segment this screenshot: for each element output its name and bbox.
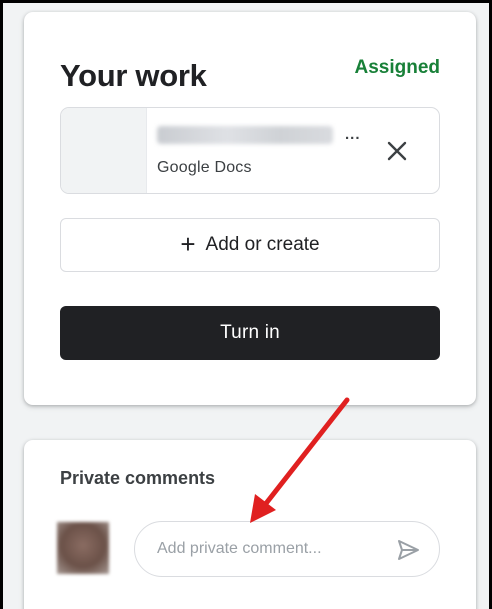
add-or-create-label: Add or create [205,234,320,255]
attachment-thumbnail [61,108,147,193]
private-comments-card: Private comments [24,440,476,609]
status-badge: Assigned [354,57,440,78]
your-work-card: Your work Assigned ... Google Docs + Add… [24,12,476,405]
window-frame: Your work Assigned ... Google Docs + Add… [0,0,492,609]
send-icon[interactable] [395,537,421,563]
attachment-card[interactable]: ... Google Docs [60,107,440,194]
private-comment-field[interactable] [134,521,440,577]
attachment-name-ellipsis: ... [345,126,361,143]
attachment-type: Google Docs [157,159,252,176]
turn-in-button[interactable]: Turn in [60,306,440,360]
close-icon[interactable] [385,139,409,163]
classwork-side-panel: Your work Assigned ... Google Docs + Add… [3,3,489,609]
attachment-name-redacted [157,126,333,144]
private-comment-input[interactable] [157,537,377,561]
private-comments-title: Private comments [60,468,216,488]
avatar [57,522,109,574]
plus-icon: + [180,229,196,259]
add-or-create-button[interactable]: + Add or create [60,218,440,272]
your-work-title: Your work [60,58,207,93]
